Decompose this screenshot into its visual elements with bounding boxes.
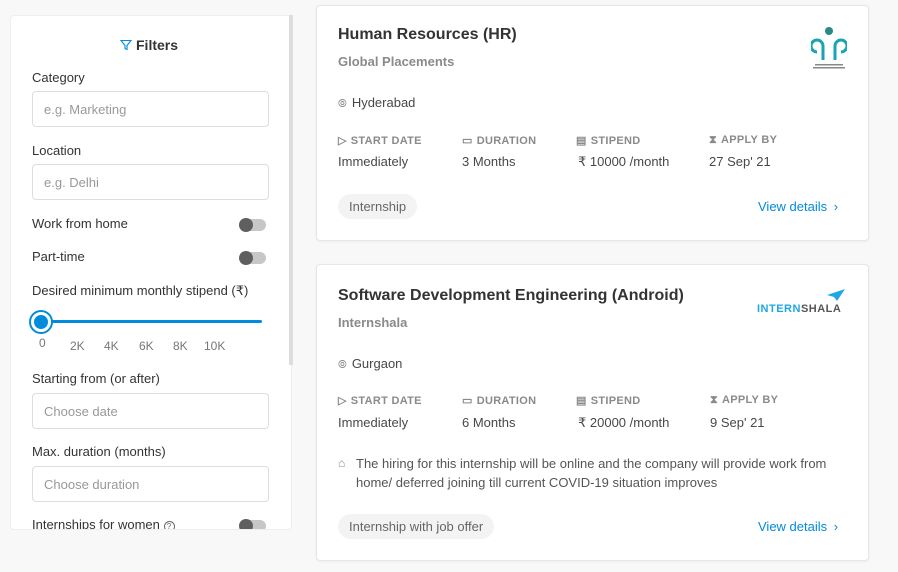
location: ⦾ Hyderabad bbox=[338, 95, 416, 110]
filters-heading: Filters bbox=[119, 37, 178, 53]
play-circle-icon: ▷ bbox=[338, 135, 347, 147]
location-input[interactable] bbox=[32, 164, 269, 200]
company-name: Global Placements bbox=[338, 54, 455, 69]
internship-card: Software Development Engineering (Androi… bbox=[316, 264, 869, 561]
svg-text:INTERNSHALA: INTERNSHALA bbox=[757, 303, 841, 315]
category-label: Category bbox=[32, 70, 85, 85]
stipend-tick: 6K bbox=[139, 339, 154, 353]
stipend-value: ₹ 10000 /month bbox=[578, 154, 670, 169]
part-time-label: Part-time bbox=[32, 249, 85, 264]
company-logo: INTERNSHALA bbox=[757, 287, 849, 317]
stipend-tick: 2K bbox=[70, 339, 85, 353]
stipend-tick: 0 bbox=[39, 336, 46, 350]
company-logo bbox=[809, 24, 849, 70]
max-duration-label: Max. duration (months) bbox=[32, 444, 166, 459]
apply-by-value: 9 Sep' 21 bbox=[710, 415, 765, 430]
start-date-header: ▷ START DATE bbox=[338, 395, 422, 407]
work-from-home-label: Work from home bbox=[32, 216, 128, 231]
help-icon[interactable]: ? bbox=[163, 521, 175, 529]
stipend-header: ▤ STIPEND bbox=[576, 135, 641, 147]
money-icon: ▤ bbox=[576, 135, 587, 147]
stipend-tick: 8K bbox=[173, 339, 188, 353]
location: ⦾ Gurgaon bbox=[338, 356, 403, 371]
apply-by-header: ⧗ APPLY BY bbox=[710, 394, 779, 406]
hourglass-icon: ⧗ bbox=[710, 394, 719, 406]
play-circle-icon: ▷ bbox=[338, 395, 347, 407]
start-date-value: Immediately bbox=[338, 154, 409, 169]
filters-panel: Filters Category Location Work from home… bbox=[10, 15, 292, 530]
stipend-label: Desired minimum monthly stipend (₹) bbox=[32, 283, 249, 298]
stipend-value: ₹ 20000 /month bbox=[578, 415, 670, 430]
calendar-icon: ▭ bbox=[462, 135, 473, 147]
internship-tag: Internship with job offer bbox=[338, 514, 495, 539]
women-toggle[interactable] bbox=[239, 519, 266, 529]
stipend-header: ▤ STIPEND bbox=[576, 395, 641, 407]
duration-value: 3 Months bbox=[462, 154, 516, 169]
chevron-right-icon: › bbox=[833, 519, 839, 534]
starting-from-label: Starting from (or after) bbox=[32, 371, 160, 386]
women-label: Internships for women ? bbox=[32, 517, 175, 529]
duration-input[interactable] bbox=[32, 466, 269, 502]
money-icon: ▤ bbox=[576, 395, 587, 407]
internship-title[interactable]: Human Resources (HR) bbox=[338, 26, 517, 44]
part-time-toggle[interactable] bbox=[239, 251, 266, 265]
home-icon: ⌂ bbox=[338, 456, 346, 470]
internship-tag: Internship bbox=[338, 194, 418, 219]
filter-icon bbox=[119, 39, 133, 51]
location-pin-icon: ⦾ bbox=[338, 359, 347, 371]
work-from-home-toggle[interactable] bbox=[239, 218, 266, 232]
start-date-input[interactable] bbox=[32, 393, 269, 429]
sidebar-scrollbar[interactable] bbox=[289, 15, 293, 365]
stipend-slider-track[interactable] bbox=[32, 320, 262, 323]
stipend-tick: 4K bbox=[104, 339, 119, 353]
hourglass-icon: ⧗ bbox=[709, 134, 718, 146]
apply-by-value: 27 Sep' 21 bbox=[709, 154, 771, 169]
apply-by-header: ⧗ APPLY BY bbox=[709, 134, 778, 146]
location-pin-icon: ⦾ bbox=[338, 98, 347, 110]
view-details-link[interactable]: View details › bbox=[758, 519, 838, 534]
location-label: Location bbox=[32, 143, 82, 158]
start-date-value: Immediately bbox=[338, 415, 409, 430]
duration-value: 6 Months bbox=[462, 415, 516, 430]
duration-header: ▭ DURATION bbox=[462, 135, 537, 147]
start-date-header: ▷ START DATE bbox=[338, 135, 422, 147]
stipend-tick: 10K bbox=[204, 339, 226, 353]
company-name: Internshala bbox=[338, 315, 408, 330]
calendar-icon: ▭ bbox=[462, 395, 473, 407]
category-input[interactable] bbox=[32, 91, 269, 127]
covid-note: The hiring for this internship will be o… bbox=[356, 456, 827, 490]
internship-card: Human Resources (HR) Global Placements ⦾… bbox=[316, 5, 869, 241]
view-details-link[interactable]: View details › bbox=[758, 199, 838, 214]
chevron-right-icon: › bbox=[833, 199, 839, 214]
duration-header: ▭ DURATION bbox=[462, 395, 537, 407]
internship-title[interactable]: Software Development Engineering (Androi… bbox=[338, 287, 684, 305]
stipend-slider-thumb[interactable] bbox=[31, 312, 51, 332]
